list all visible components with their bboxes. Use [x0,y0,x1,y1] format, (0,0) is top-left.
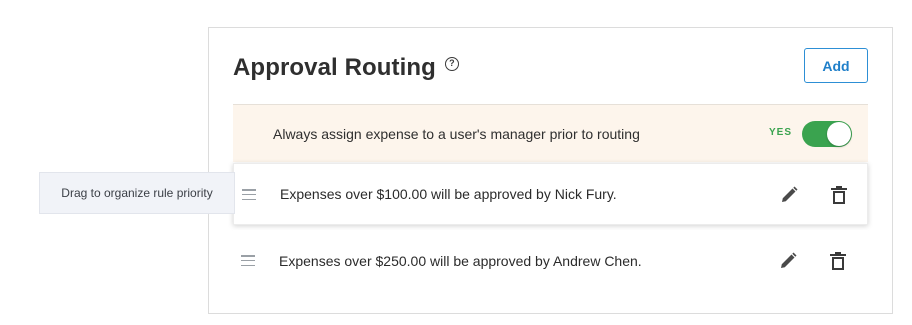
add-button[interactable]: Add [804,48,868,83]
drag-handle-icon[interactable] [242,189,256,200]
toggle-state-label: YES [769,127,793,138]
rule-row[interactable]: Expenses over $250.00 will be approved b… [233,230,868,292]
stage: Approval Routing ? Add Always assign exp… [0,0,912,325]
drag-tooltip: Drag to organize rule priority [39,172,235,214]
help-icon[interactable]: ? [444,57,459,71]
approval-routing-panel: Approval Routing ? Add Always assign exp… [208,27,893,314]
trash-icon[interactable] [830,185,848,205]
manager-routing-setting: Always assign expense to a user's manage… [233,104,868,162]
manager-routing-label: Always assign expense to a user's manage… [273,125,640,142]
trash-icon[interactable] [829,251,847,271]
title-row: Approval Routing ? [233,54,459,82]
rule-row[interactable]: Expenses over $100.00 will be approved b… [233,163,868,225]
pencil-icon[interactable] [779,185,799,205]
rule-text: Expenses over $250.00 will be approved b… [279,253,642,269]
page-title: Approval Routing [233,54,436,81]
rule-text: Expenses over $100.00 will be approved b… [280,186,617,202]
toggle-knob [827,122,851,146]
pencil-icon[interactable] [778,251,798,271]
drag-handle-icon[interactable] [241,255,255,266]
manager-routing-toggle[interactable] [802,121,852,147]
